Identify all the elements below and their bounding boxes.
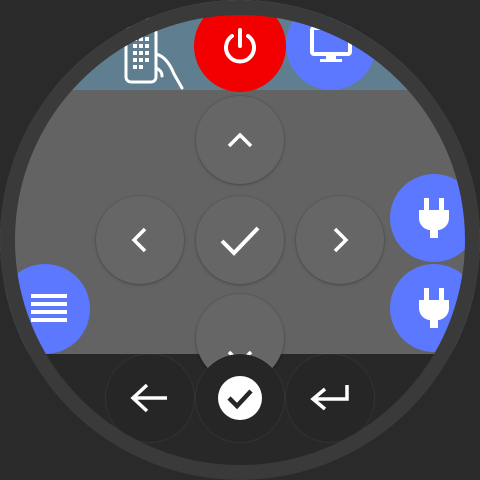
chevron-right-icon	[326, 226, 354, 254]
remote-hand-icon	[116, 12, 188, 92]
input-source-button-2[interactable]	[390, 264, 478, 352]
power-button[interactable]	[194, 0, 286, 92]
input-source-button-1[interactable]	[390, 174, 478, 262]
check-circle-icon	[216, 374, 264, 422]
enter-return-icon	[307, 382, 353, 414]
chevron-up-icon	[226, 126, 254, 154]
menu-button[interactable]	[0, 264, 90, 354]
back-button[interactable]	[106, 354, 194, 442]
enter-button[interactable]	[286, 354, 374, 442]
check-icon	[219, 223, 261, 257]
plug-icon	[416, 286, 452, 330]
dpad-up-button[interactable]	[196, 96, 284, 184]
tv-button[interactable]	[286, 0, 376, 90]
menu-icon	[29, 291, 69, 327]
dpad-right-button[interactable]	[296, 196, 384, 284]
watch-screen	[0, 0, 480, 480]
tv-monitor-icon	[308, 22, 354, 68]
chevron-left-icon	[126, 226, 154, 254]
arrow-left-icon	[129, 382, 171, 414]
plug-icon	[416, 196, 452, 240]
confirm-button[interactable]	[196, 354, 284, 442]
dpad-left-button[interactable]	[96, 196, 184, 284]
power-icon	[218, 24, 262, 68]
dpad-ok-button[interactable]	[196, 196, 284, 284]
